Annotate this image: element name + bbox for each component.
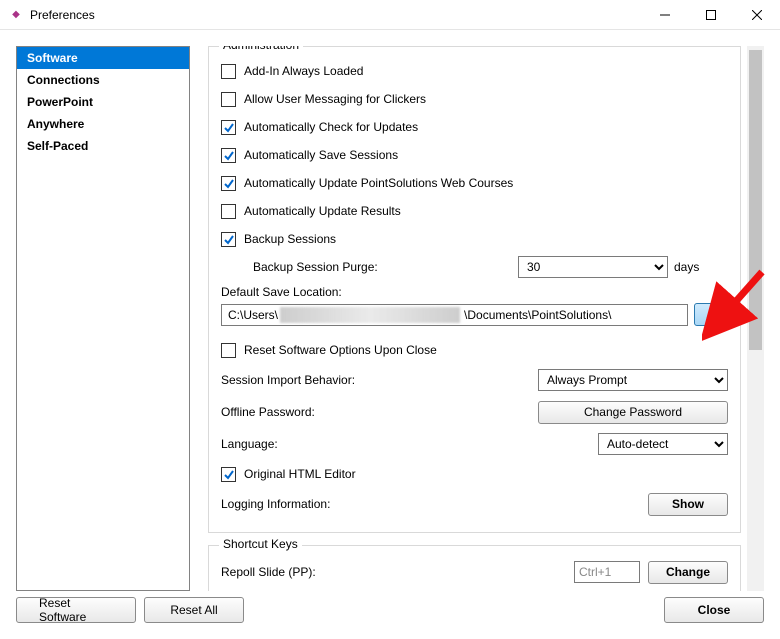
browse-button[interactable]: ...	[694, 303, 728, 326]
backup-purge-select[interactable]: 30	[518, 256, 668, 278]
allow-user-messaging-checkbox[interactable]	[221, 92, 236, 107]
auto-update-web-courses-row: Automatically Update PointSolutions Web …	[221, 169, 728, 197]
auto-update-web-courses-label: Automatically Update PointSolutions Web …	[244, 176, 513, 190]
auto-update-results-checkbox[interactable]	[221, 204, 236, 219]
backup-purge-label: Backup Session Purge:	[253, 260, 518, 274]
title-bar: ◆ Preferences	[0, 0, 780, 30]
maximize-button[interactable]	[688, 0, 734, 29]
default-save-row: C:\Users\ \Documents\PointSolutions\ ...	[221, 303, 728, 326]
close-button[interactable]: Close	[664, 597, 764, 623]
dialog-footer: Reset Software Reset All Close	[0, 591, 780, 639]
auto-check-updates-checkbox[interactable]	[221, 120, 236, 135]
auto-check-updates-row: Automatically Check for Updates	[221, 113, 728, 141]
original-html-editor-row: Original HTML Editor	[221, 460, 728, 488]
show-logging-button[interactable]: Show	[648, 493, 728, 516]
repoll-slide-row: Repoll Slide (PP): Change	[221, 556, 728, 588]
repoll-slide-value	[574, 561, 640, 583]
offline-password-label: Offline Password:	[221, 405, 521, 419]
original-html-editor-label: Original HTML Editor	[244, 467, 356, 481]
addin-always-loaded-row: Add-In Always Loaded	[221, 57, 728, 85]
backup-sessions-row: Backup Sessions	[221, 225, 728, 253]
redacted-segment	[280, 307, 460, 323]
session-import-label: Session Import Behavior:	[221, 373, 521, 387]
default-save-prefix: C:\Users\	[228, 308, 278, 322]
settings-panel: Administration Add-In Always Loaded Allo…	[204, 46, 764, 591]
default-save-input[interactable]: C:\Users\ \Documents\PointSolutions\	[221, 304, 688, 326]
backup-sessions-checkbox[interactable]	[221, 232, 236, 247]
minimize-button[interactable]	[642, 0, 688, 29]
auto-update-web-courses-checkbox[interactable]	[221, 176, 236, 191]
backup-purge-row: Backup Session Purge: 30 days	[221, 253, 728, 281]
shortcut-keys-legend: Shortcut Keys	[219, 537, 302, 551]
sidebar-item-powerpoint[interactable]: PowerPoint	[17, 91, 189, 113]
auto-update-results-row: Automatically Update Results	[221, 197, 728, 225]
category-list: Software Connections PowerPoint Anywhere…	[16, 46, 190, 591]
administration-legend: Administration	[219, 46, 303, 52]
backup-sessions-label: Backup Sessions	[244, 232, 336, 246]
reset-software-button[interactable]: Reset Software	[16, 597, 136, 623]
shortcut-keys-group: Shortcut Keys Repoll Slide (PP): Change	[208, 545, 741, 591]
allow-user-messaging-row: Allow User Messaging for Clickers	[221, 85, 728, 113]
sidebar-item-anywhere[interactable]: Anywhere	[17, 113, 189, 135]
default-save-suffix: \Documents\PointSolutions\	[464, 308, 611, 322]
auto-check-updates-label: Automatically Check for Updates	[244, 120, 418, 134]
auto-save-sessions-label: Automatically Save Sessions	[244, 148, 398, 162]
repoll-slide-label: Repoll Slide (PP):	[221, 565, 521, 579]
addin-always-loaded-label: Add-In Always Loaded	[244, 64, 363, 78]
change-password-button[interactable]: Change Password	[538, 401, 728, 424]
auto-save-sessions-row: Automatically Save Sessions	[221, 141, 728, 169]
logging-info-row: Logging Information: Show	[221, 488, 728, 520]
default-save-label: Default Save Location:	[221, 285, 728, 299]
sidebar-item-self-paced[interactable]: Self-Paced	[17, 135, 189, 157]
administration-group: Administration Add-In Always Loaded Allo…	[208, 46, 741, 533]
session-import-select[interactable]: Always Prompt	[538, 369, 728, 391]
change-shortcut-button[interactable]: Change	[648, 561, 728, 584]
language-label: Language:	[221, 437, 521, 451]
close-window-button[interactable]	[734, 0, 780, 29]
scrollbar-thumb[interactable]	[749, 50, 762, 350]
session-import-row: Session Import Behavior: Always Prompt	[221, 364, 728, 396]
auto-update-results-label: Automatically Update Results	[244, 204, 401, 218]
sidebar-item-connections[interactable]: Connections	[17, 69, 189, 91]
sidebar-item-software[interactable]: Software	[17, 47, 189, 69]
app-icon: ◆	[8, 7, 24, 23]
allow-user-messaging-label: Allow User Messaging for Clickers	[244, 92, 426, 106]
offline-password-row: Offline Password: Change Password	[221, 396, 728, 428]
backup-purge-unit: days	[674, 260, 699, 274]
vertical-scrollbar[interactable]	[747, 46, 764, 591]
reset-on-close-row: Reset Software Options Upon Close	[221, 336, 728, 364]
logging-info-label: Logging Information:	[221, 497, 521, 511]
addin-always-loaded-checkbox[interactable]	[221, 64, 236, 79]
language-row: Language: Auto-detect	[221, 428, 728, 460]
auto-save-sessions-checkbox[interactable]	[221, 148, 236, 163]
reset-on-close-label: Reset Software Options Upon Close	[244, 343, 437, 357]
window-buttons	[642, 0, 780, 29]
language-select[interactable]: Auto-detect	[598, 433, 728, 455]
reset-all-button[interactable]: Reset All	[144, 597, 244, 623]
original-html-editor-checkbox[interactable]	[221, 467, 236, 482]
reset-on-close-checkbox[interactable]	[221, 343, 236, 358]
window-title: Preferences	[30, 8, 642, 22]
